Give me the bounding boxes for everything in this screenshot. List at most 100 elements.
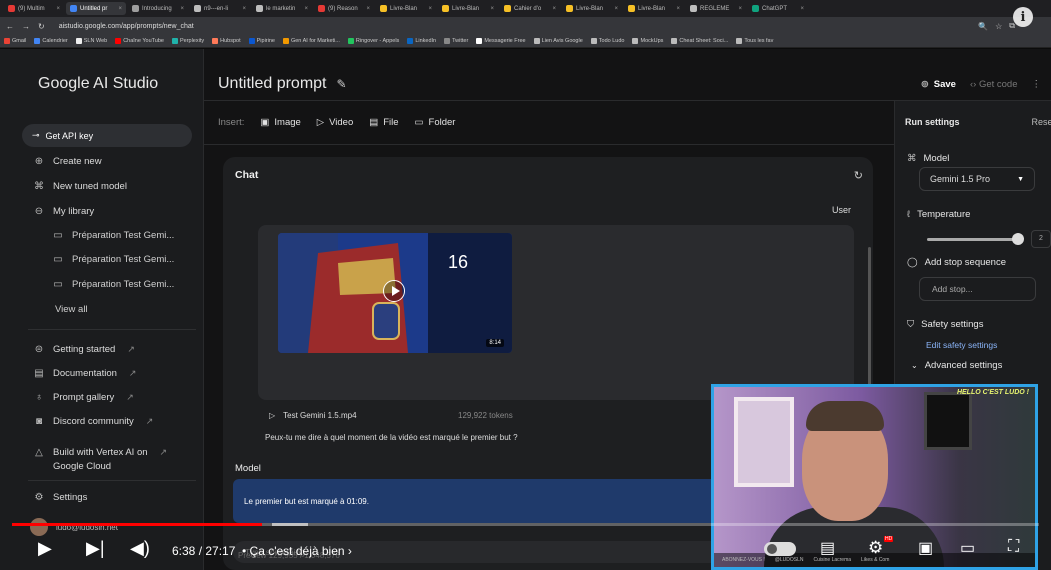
video-progress-fill[interactable] [12, 523, 262, 526]
close-tab-icon[interactable]: × [614, 6, 618, 12]
bookmark-item[interactable]: Chaîne YouTube [115, 38, 164, 44]
browser-tab[interactable]: REGLEME × [686, 2, 746, 15]
bookmark-item[interactable]: Ringover - Appels [347, 38, 399, 44]
save-button[interactable]: ⊚ Save [921, 79, 956, 90]
view-all-link[interactable]: View all [55, 304, 88, 315]
volume-icon[interactable]: ◀) [130, 538, 150, 559]
close-tab-icon[interactable]: × [118, 6, 122, 12]
close-tab-icon[interactable]: × [366, 6, 370, 12]
bookmark-item[interactable]: Gen AI for Marketi... [282, 38, 340, 44]
bookmark-item[interactable]: Calendrier [34, 38, 68, 44]
temperature-slider-handle[interactable] [1012, 233, 1024, 245]
library-item[interactable]: ▭ Préparation Test Gemi... [52, 254, 174, 265]
close-tab-icon[interactable]: × [242, 6, 246, 12]
documentation-link[interactable]: ▤ Documentation ↗ [33, 368, 136, 379]
get-api-key-button[interactable]: ⊸ Get API key [22, 124, 192, 147]
get-code-button[interactable]: ‹› Get code [970, 79, 1018, 90]
chapter-title[interactable]: • Ça c'est déjà bien › [242, 544, 352, 558]
more-vert-icon[interactable]: ⋮ [1032, 79, 1042, 90]
star-icon[interactable]: ☆ [995, 22, 1002, 31]
create-new-button[interactable]: ⊕ Create new [33, 156, 102, 167]
insert-image-button[interactable]: ▣ Image [260, 117, 300, 128]
close-tab-icon[interactable]: × [180, 6, 184, 12]
zoom-icon[interactable]: 🔍 [978, 22, 988, 31]
settings-gear-icon[interactable]: ⚙ [868, 538, 883, 558]
insert-file-button[interactable]: ▤ File [369, 117, 398, 128]
temperature-value-input[interactable]: 2 [1031, 230, 1051, 248]
miniplayer-icon[interactable]: ▣ [918, 538, 933, 558]
theater-mode-icon[interactable]: ▭ [960, 538, 975, 558]
back-icon[interactable]: ← [6, 22, 14, 31]
bookmark-item[interactable]: Messagerie Free [476, 38, 526, 44]
refresh-icon[interactable]: ↻ [854, 169, 863, 182]
bookmark-item[interactable]: Hubspot [212, 38, 241, 44]
bookmark-item[interactable]: Gmail [4, 38, 26, 44]
bookmark-item[interactable]: Todo Ludo [590, 38, 624, 44]
close-tab-icon[interactable]: × [738, 6, 742, 12]
info-icon[interactable]: i [1013, 7, 1033, 27]
close-tab-icon[interactable]: × [800, 6, 804, 12]
bookmark-item[interactable]: LinkedIn [407, 38, 436, 44]
prompt-title[interactable]: Untitled prompt ✎ [218, 75, 347, 93]
vertex-ai-link-line2[interactable]: Google Cloud [53, 461, 111, 472]
fullscreen-icon[interactable]: ⛶ [1008, 538, 1019, 556]
close-tab-icon[interactable]: × [428, 6, 432, 12]
edit-safety-settings-link[interactable]: Edit safety settings [926, 340, 997, 350]
getting-started-link[interactable]: ⊜ Getting started ↗ [33, 344, 135, 355]
browser-tab[interactable]: Livre-Blan × [624, 2, 684, 15]
play-icon[interactable] [383, 280, 405, 302]
library-item[interactable]: ▭ Préparation Test Gemi... [52, 230, 174, 241]
browser-tab[interactable]: Cahier d'o × [500, 2, 560, 15]
subtitles-icon[interactable]: ▤ [820, 538, 835, 558]
insert-folder-button[interactable]: ▭ Folder [415, 117, 456, 128]
browser-tab[interactable]: Livre-Blan × [376, 2, 436, 15]
next-icon[interactable]: ▶| [86, 538, 105, 559]
bookmark-item[interactable]: MockUps [632, 38, 663, 44]
chat-scrollbar[interactable] [868, 247, 871, 387]
bookmark-item[interactable]: Twitter [444, 38, 468, 44]
browser-tab[interactable]: Untitled pr × [66, 2, 126, 15]
bookmark-item[interactable]: Pipirine [248, 38, 275, 44]
reset-button[interactable]: Reset [1031, 117, 1051, 127]
stop-sequence-input[interactable]: Add stop... [919, 277, 1036, 301]
browser-tab[interactable]: Introducing × [128, 2, 188, 15]
edit-pencil-icon[interactable]: ✎ [337, 77, 347, 91]
library-item[interactable]: ▭ Préparation Test Gemi... [52, 279, 174, 290]
bookmark-item[interactable]: Cheat Sheet: Soci... [671, 38, 728, 44]
forward-icon[interactable]: → [22, 22, 30, 31]
my-library-button[interactable]: ⊖ My library [33, 206, 94, 217]
bookmark-item[interactable]: SLN Web [75, 38, 107, 44]
browser-tab[interactable]: le marketin × [252, 2, 312, 15]
close-tab-icon[interactable]: × [552, 6, 556, 12]
browser-tab[interactable]: Livre-Blan × [438, 2, 498, 15]
close-tab-icon[interactable]: × [490, 6, 494, 12]
bookmark-item[interactable]: Tous les fav [736, 38, 773, 44]
vertex-ai-link[interactable]: △ Build with Vertex AI on ↗ [33, 447, 167, 458]
close-tab-icon[interactable]: × [676, 6, 680, 12]
url-text[interactable]: aistudio.google.com/app/prompts/new_chat [59, 23, 194, 30]
temperature-slider-track[interactable] [927, 238, 1019, 241]
new-tuned-model-button[interactable]: ⌘ New tuned model [33, 181, 127, 192]
browser-tab[interactable]: (9) Multim × [4, 2, 64, 15]
video-thumbnail[interactable]: 16 8:14 [278, 233, 512, 353]
close-tab-icon[interactable]: × [56, 6, 60, 12]
browser-tab[interactable]: Livre-Blan × [562, 2, 622, 15]
model-select[interactable]: Gemini 1.5 Pro ▼ [919, 167, 1035, 191]
key-icon: ⊸ [32, 130, 40, 140]
play-icon[interactable]: ▶ [38, 538, 52, 559]
reload-icon[interactable]: ↻ [38, 22, 45, 31]
close-tab-icon[interactable]: × [304, 6, 308, 12]
browser-tab[interactable]: ChatGPT × [748, 2, 808, 15]
browser-tab[interactable]: (9) Reason × [314, 2, 374, 15]
prompt-gallery-link[interactable]: ♁ Prompt gallery ↗ [33, 392, 134, 403]
autoplay-toggle[interactable] [764, 542, 796, 556]
insert-video-button[interactable]: ▷ Video [317, 117, 353, 128]
bookmark-item[interactable]: Perplexity [171, 38, 204, 44]
bookmark-favicon-icon [407, 38, 414, 44]
bookmark-label: Gmail [12, 38, 27, 44]
discord-community-link[interactable]: ◙ Discord community ↗ [33, 416, 153, 427]
browser-tab[interactable]: n9---en-li × [190, 2, 250, 15]
advanced-settings-toggle[interactable]: ⌄ Advanced settings [911, 360, 1002, 371]
settings-button[interactable]: ⚙ Settings [33, 492, 88, 503]
bookmark-item[interactable]: Lien Avis Google [533, 38, 583, 44]
